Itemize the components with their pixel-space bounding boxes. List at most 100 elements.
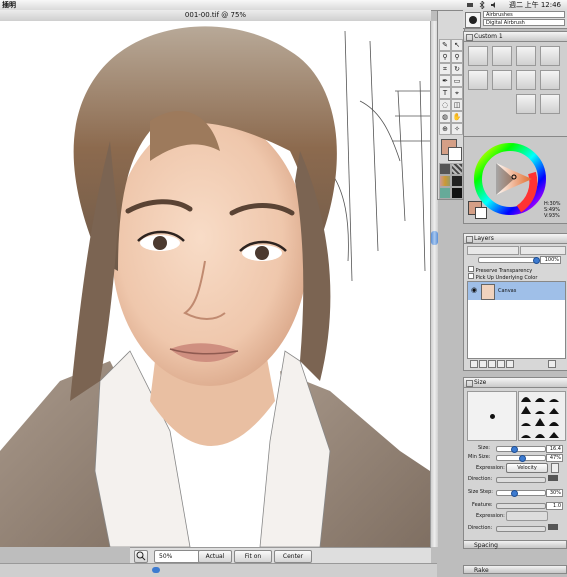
rectangle-tool-icon[interactable]: ▭ <box>451 75 463 87</box>
direction2-indicator <box>548 524 558 530</box>
menubar-day: 週二 <box>509 1 523 9</box>
paper-selector-icon[interactable] <box>439 163 451 175</box>
composite-method-select[interactable] <box>467 246 519 255</box>
look-selector-icon[interactable] <box>439 187 451 199</box>
close-icon[interactable] <box>466 34 473 41</box>
eraser-tool-icon[interactable]: ◫ <box>451 99 463 111</box>
size-slider[interactable] <box>496 446 546 453</box>
wand-tool-icon[interactable]: ✧ <box>451 123 463 135</box>
size-title[interactable]: Size <box>464 378 567 388</box>
min-size-slider-knob[interactable] <box>519 455 526 462</box>
bluetooth-icon[interactable] <box>478 0 486 10</box>
dab-type-grid[interactable] <box>518 391 566 441</box>
brush-category-icon[interactable] <box>465 12 481 28</box>
brush-tool-icon[interactable]: ✎ <box>439 39 451 51</box>
custom-brush-1-icon[interactable] <box>468 46 488 66</box>
layer-row-canvas[interactable]: ◉ Canvas <box>468 282 565 300</box>
brush-variant-select[interactable]: Digital Airbrush <box>483 19 565 26</box>
min-size-slider[interactable] <box>496 455 546 462</box>
size-panel: Size Size: 16.4 Min Size: 47% Expression… <box>463 377 567 542</box>
new-layer-icon[interactable] <box>506 360 514 368</box>
invert-button[interactable] <box>551 463 559 473</box>
menu-extra-icon[interactable] <box>466 1 474 9</box>
direction-indicator <box>548 475 558 481</box>
layers-title[interactable]: Layers <box>464 234 567 244</box>
direct-select-tool-icon[interactable]: ⌖ <box>451 87 463 99</box>
layer-commands <box>470 360 560 368</box>
min-size-field[interactable]: 47% <box>546 454 563 462</box>
center-image-button[interactable]: Center Image <box>274 550 312 571</box>
rake-panel-collapsed[interactable]: Rake <box>463 565 567 574</box>
custom-brush-6-icon[interactable] <box>492 70 512 90</box>
size-step-field[interactable]: 30% <box>546 489 563 497</box>
preserve-transparency-checkbox[interactable] <box>468 266 474 272</box>
size-field[interactable]: 16.4 <box>546 445 563 453</box>
size-slider-knob[interactable] <box>511 446 518 453</box>
layer-mode-select[interactable] <box>520 246 566 255</box>
rotate-tool-icon[interactable]: ↻ <box>451 63 463 75</box>
text-tool-icon[interactable]: T <box>439 87 451 99</box>
menubar-clock[interactable]: 上午 12:46 <box>525 0 561 10</box>
custom-brush-2-icon[interactable] <box>492 46 512 66</box>
close-icon[interactable] <box>466 236 473 243</box>
dropper-tool-icon[interactable]: ⚲ <box>439 51 451 63</box>
expression-select[interactable]: Velocity <box>506 463 548 473</box>
direction-slider[interactable] <box>496 477 546 483</box>
pick-up-underlying-color-option[interactable]: Pick Up Underlying Color <box>468 273 537 281</box>
pick-up-underlying-checkbox[interactable] <box>468 273 474 279</box>
direction2-slider[interactable] <box>496 526 546 532</box>
pen-tool-icon[interactable]: ✒ <box>439 75 451 87</box>
spacing-panel-collapsed[interactable]: Spacing <box>463 540 567 549</box>
selection-tool-icon[interactable]: ↖ <box>451 39 463 51</box>
size-step-label: Size Step: <box>468 489 493 495</box>
gradient-selector-icon[interactable] <box>439 175 451 187</box>
custom-brush-5-icon[interactable] <box>468 70 488 90</box>
close-icon[interactable] <box>466 380 473 387</box>
weave-selector-icon[interactable] <box>451 187 463 199</box>
custom-brush-8-icon[interactable] <box>540 70 560 90</box>
pattern-selector-icon[interactable] <box>451 163 463 175</box>
custom-brush-10-icon[interactable] <box>540 94 560 114</box>
size-step-slider-knob[interactable] <box>511 490 518 497</box>
opacity-slider-knob[interactable] <box>533 257 540 264</box>
zoom-icon[interactable] <box>134 550 148 563</box>
additional-color-swatch[interactable] <box>448 147 462 161</box>
feature-slider[interactable] <box>496 503 546 509</box>
clone-tool-icon[interactable]: ⊕ <box>439 123 451 135</box>
opacity-field[interactable]: 100% <box>540 256 561 264</box>
size-step-slider[interactable] <box>496 490 546 497</box>
custom-palette-title[interactable]: Custom 1 <box>464 32 567 42</box>
group-icon[interactable] <box>497 360 505 368</box>
volume-icon[interactable] <box>490 1 498 9</box>
trash-icon[interactable] <box>548 360 556 368</box>
lasso-tool-icon[interactable]: ◌ <box>439 99 451 111</box>
nozzle-selector-icon[interactable] <box>451 175 463 187</box>
opacity-slider[interactable] <box>478 257 540 264</box>
brush-category-select[interactable]: Airbrushes <box>483 11 565 18</box>
zoom-value-field[interactable]: 50% <box>154 550 200 563</box>
custom-brush-4-icon[interactable] <box>540 46 560 66</box>
expression2-select[interactable] <box>506 511 548 521</box>
color-wheel[interactable] <box>474 143 546 215</box>
scrollbar-thumb[interactable] <box>431 231 438 245</box>
magnifier-tool-icon[interactable]: ⚲ <box>451 51 463 63</box>
color-wheel-panel: H:30% S:49% V:93% <box>463 136 567 224</box>
custom-brush-3-icon[interactable] <box>516 46 536 66</box>
layer-name: Canvas <box>498 288 517 294</box>
app-menu[interactable]: 插明 <box>2 0 16 10</box>
create-mask-icon[interactable] <box>488 360 496 368</box>
layer-adjuster-icon[interactable] <box>470 360 478 368</box>
fit-on-screen-button[interactable]: Fit on Screen <box>234 550 272 571</box>
custom-brush-9-icon[interactable] <box>516 94 536 114</box>
paint-bucket-tool-icon[interactable]: ◍ <box>439 111 451 123</box>
custom-brush-7-icon[interactable] <box>516 70 536 90</box>
eye-icon[interactable]: ◉ <box>471 286 477 294</box>
actual-pixels-button[interactable]: Actual Pixels <box>198 550 232 571</box>
feature-field[interactable]: 1.0 <box>546 502 563 510</box>
wheel-additional-color-swatch[interactable] <box>475 207 487 219</box>
dynamic-plugins-icon[interactable] <box>479 360 487 368</box>
painting-canvas[interactable] <box>0 21 430 547</box>
crop-tool-icon[interactable]: ⌗ <box>439 63 451 75</box>
brush-dab-icon <box>490 414 495 419</box>
grabber-tool-icon[interactable]: ✋ <box>451 111 463 123</box>
